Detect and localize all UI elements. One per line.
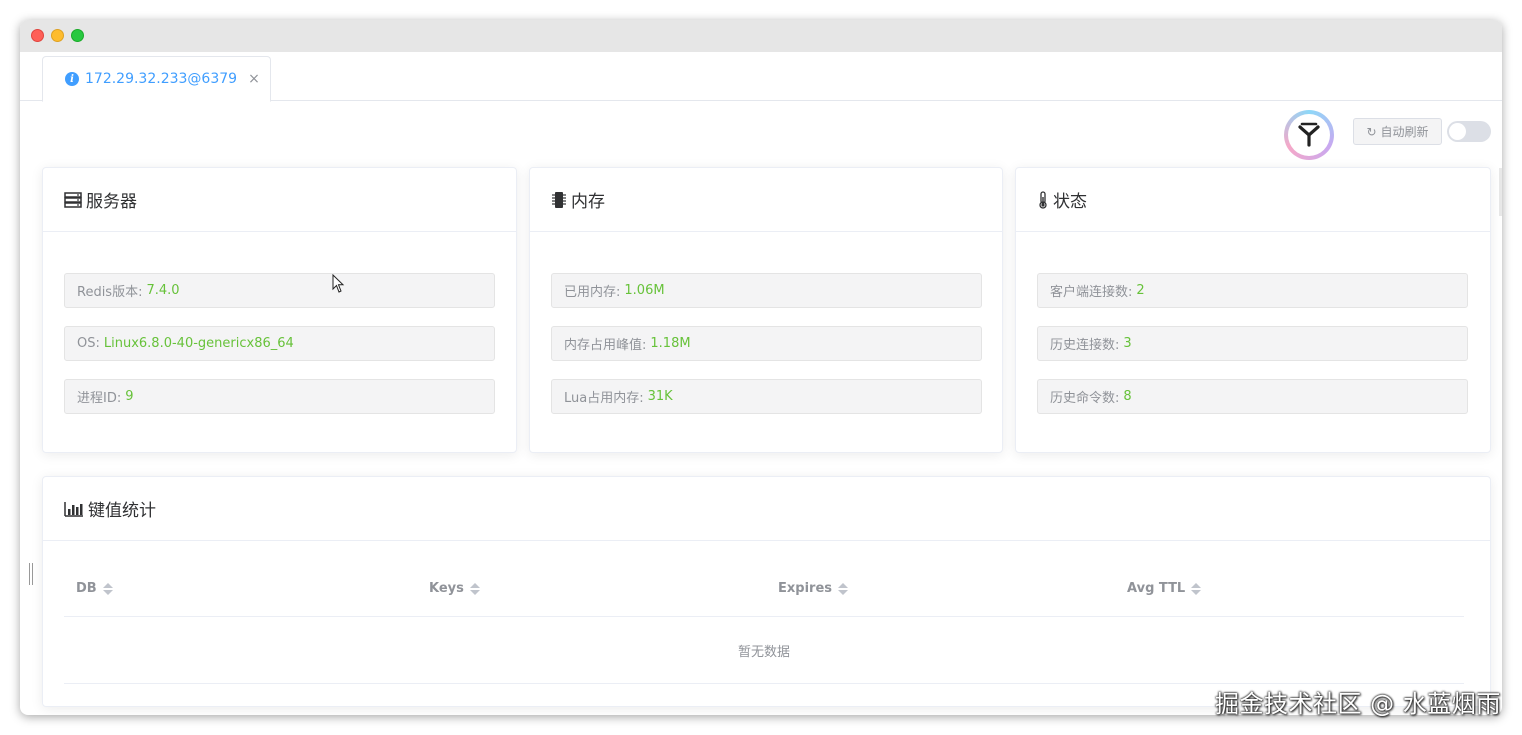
maximize-window-button[interactable] [71, 29, 84, 42]
title-bar [20, 20, 1502, 52]
refresh-icon: ↻ [1366, 124, 1377, 139]
scrollbar[interactable] [1499, 168, 1502, 216]
item-label: 历史连接数: [1050, 338, 1120, 353]
item-value: Linux6.8.0-40-genericx86_64 [103, 336, 294, 351]
total-connections-item: 历史连接数: 3 [1037, 326, 1468, 361]
column-header-expires[interactable]: Expires [778, 581, 848, 596]
memory-card: 内存 已用内存: 1.06M 内存占用峰值: 1.18M Lua占用内存: 31… [529, 167, 1003, 453]
sort-icon[interactable] [838, 582, 848, 595]
item-label: 进程ID: [77, 391, 122, 406]
item-value: 1.06M [624, 283, 665, 298]
redis-version-item: Redis版本: 7.4.0 [64, 273, 495, 308]
column-header-avg-ttl[interactable]: Avg TTL [1127, 581, 1202, 596]
os-item: OS: Linux6.8.0-40-genericx86_64 [64, 326, 495, 361]
column-label: DB [76, 581, 97, 596]
status-card-title: 状态 [1053, 192, 1087, 212]
item-value: 3 [1123, 336, 1132, 351]
total-commands-item: 历史命令数: 8 [1037, 379, 1468, 414]
app-logo [1284, 110, 1334, 160]
resize-handle[interactable] [29, 563, 33, 585]
peak-memory-item: 内存占用峰值: 1.18M [551, 326, 982, 361]
memory-card-title: 内存 [571, 192, 605, 212]
item-value: 2 [1136, 283, 1145, 298]
memory-chip-icon [551, 191, 567, 209]
item-value: 8 [1123, 389, 1132, 404]
status-card: 状态 客户端连接数: 2 历史连接数: 3 历史命令数: 8 [1015, 167, 1491, 453]
tab-bar: i 172.29.32.233@6379 × [20, 52, 1502, 102]
status-card-header: 状态 [1016, 168, 1490, 232]
auto-refresh-toggle[interactable] [1447, 121, 1491, 142]
column-header-db[interactable]: DB [76, 581, 113, 596]
keystats-table-header: DB Keys Expires Avg TTL [64, 561, 1464, 617]
item-value: 7.4.0 [146, 283, 180, 298]
client-connections-item: 客户端连接数: 2 [1037, 273, 1468, 308]
empty-table-text: 暂无数据 [64, 617, 1464, 684]
tab-connection[interactable]: i 172.29.32.233@6379 × [42, 56, 271, 102]
item-value: 31K [647, 389, 673, 404]
column-label: Expires [778, 581, 832, 596]
mouse-cursor-icon [332, 274, 345, 293]
tab-label: 172.29.32.233@6379 [85, 71, 238, 87]
server-card-header: 服务器 [43, 168, 516, 232]
lua-memory-item: Lua占用内存: 31K [551, 379, 982, 414]
sort-icon[interactable] [1191, 582, 1202, 595]
memory-card-header: 内存 [530, 168, 1002, 232]
item-label: Lua占用内存: [564, 391, 644, 406]
app-window: i 172.29.32.233@6379 × ↻ 自动刷新 服务器 Redis版… [20, 20, 1502, 715]
server-card-title: 服务器 [86, 192, 137, 212]
item-label: 已用内存: [564, 285, 621, 300]
used-memory-item: 已用内存: 1.06M [551, 273, 982, 308]
server-card: 服务器 Redis版本: 7.4.0 OS: Linux6.8.0-40-gen… [42, 167, 517, 453]
toggle-knob [1449, 123, 1466, 140]
close-window-button[interactable] [31, 29, 44, 42]
logo-icon [1298, 122, 1320, 147]
keystats-card-header: 键值统计 [43, 477, 1490, 541]
column-label: Avg TTL [1127, 581, 1186, 596]
auto-refresh-button[interactable]: ↻ 自动刷新 [1353, 118, 1442, 145]
info-icon: i [65, 72, 79, 86]
item-value: 1.18M [650, 336, 691, 351]
item-label: 客户端连接数: [1050, 285, 1133, 300]
item-label: 内存占用峰值: [564, 338, 647, 353]
watermark-text: 掘金技术社区 @ 水蓝烟雨 [1215, 690, 1501, 718]
item-value: 9 [125, 389, 134, 404]
item-label: Redis版本: [77, 285, 143, 300]
process-id-item: 进程ID: 9 [64, 379, 495, 414]
item-label: OS: [77, 336, 100, 351]
item-label: 历史命令数: [1050, 391, 1120, 406]
column-label: Keys [429, 581, 464, 596]
keystats-card: 键值统计 DB Keys Expires Avg TTL 暂无数据 [42, 476, 1491, 707]
keystats-card-title: 键值统计 [88, 501, 156, 521]
tab-close-icon[interactable]: × [248, 71, 260, 87]
sort-icon[interactable] [102, 582, 113, 595]
bar-chart-icon [64, 501, 84, 517]
thermometer-icon [1037, 190, 1049, 209]
column-header-keys[interactable]: Keys [429, 581, 480, 596]
sort-icon[interactable] [469, 582, 480, 595]
server-icon [64, 191, 82, 208]
auto-refresh-label: 自动刷新 [1380, 125, 1429, 139]
minimize-window-button[interactable] [51, 29, 64, 42]
